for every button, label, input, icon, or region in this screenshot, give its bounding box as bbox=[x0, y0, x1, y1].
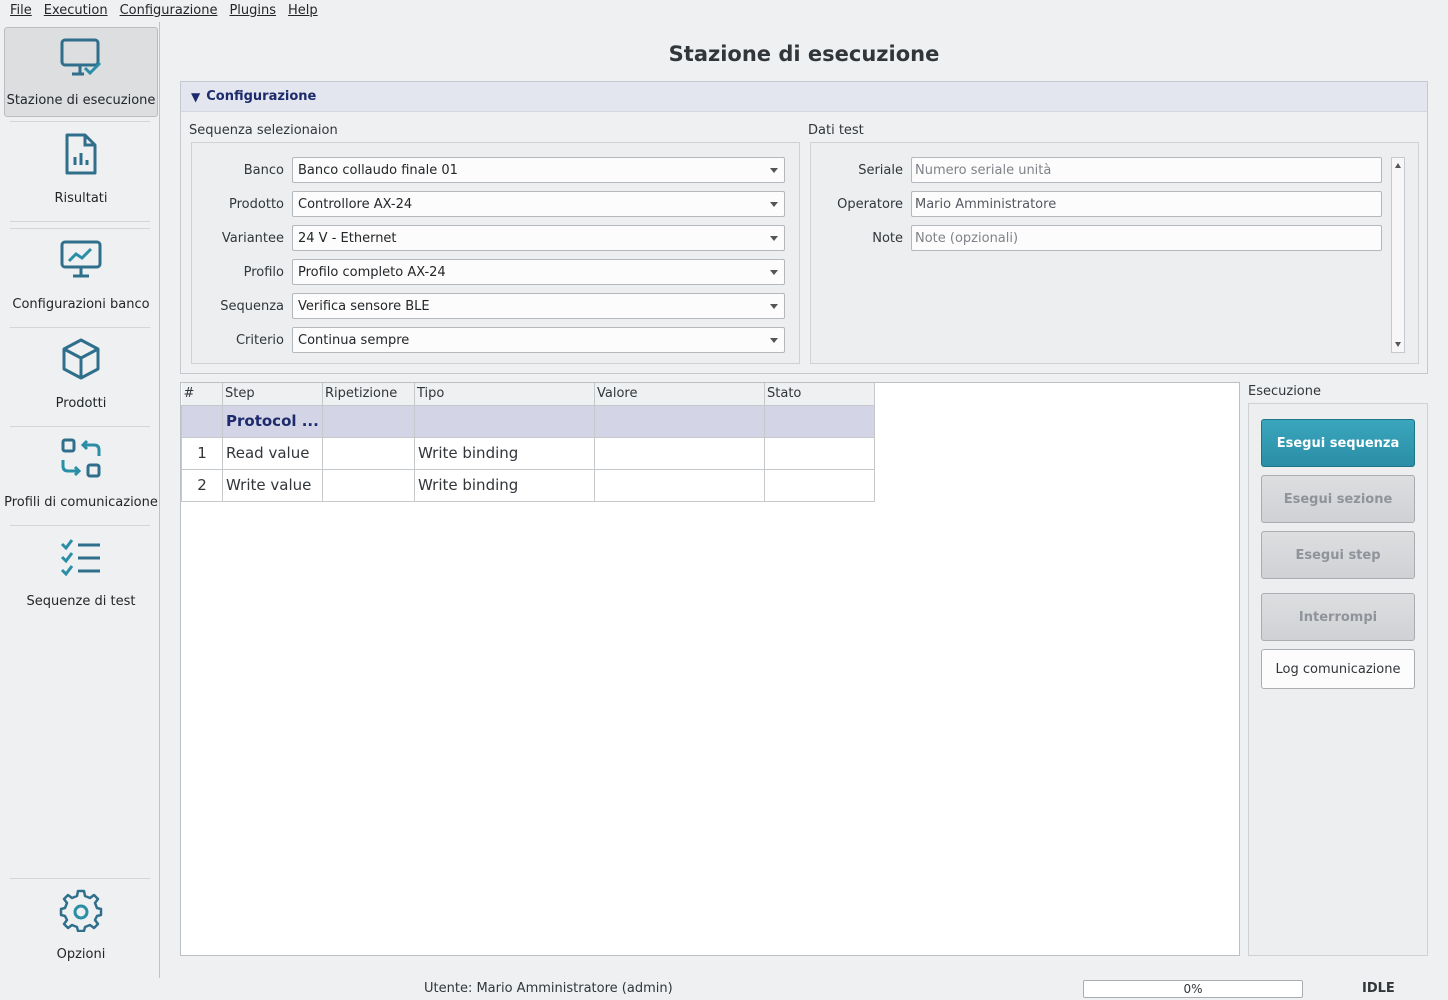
exchange-icon bbox=[57, 434, 105, 482]
note-input[interactable]: Note (opzionali) bbox=[911, 225, 1382, 251]
box-icon bbox=[57, 335, 105, 383]
progress-bar: 0% bbox=[1083, 980, 1303, 998]
column-header-step[interactable]: Step bbox=[222, 383, 323, 406]
testdata-group-title: Dati test bbox=[808, 123, 864, 138]
selection-group: Banco Banco collaudo finale 01 Prodotto … bbox=[191, 142, 800, 364]
sidebar-item-opzioni[interactable]: Opzioni bbox=[4, 886, 158, 966]
steps-table-panel: # Step Ripetizione Tipo Valore Stato Pro… bbox=[180, 382, 1240, 956]
field-sequenza: Sequenza Verifica sensore BLE bbox=[192, 293, 785, 319]
column-header-valore[interactable]: Valore bbox=[594, 383, 765, 406]
status-bar: Utente: Mario Amministratore (admin) 0% … bbox=[160, 978, 1448, 1000]
menu-plugins[interactable]: Plugins bbox=[223, 0, 282, 22]
communication-log-button[interactable]: Log comunicazione bbox=[1261, 649, 1415, 689]
field-operatore: Operatore Mario Amministratore bbox=[811, 191, 1382, 217]
testdata-scrollbar[interactable] bbox=[1391, 157, 1405, 353]
sidebar-item-configurazioni-banco[interactable]: Configurazioni banco bbox=[4, 236, 158, 316]
menu-bar: File Execution Configurazione Plugins He… bbox=[0, 0, 1448, 22]
scroll-down-icon[interactable] bbox=[1395, 342, 1401, 347]
menu-execution[interactable]: Execution bbox=[38, 0, 114, 22]
menu-file[interactable]: File bbox=[4, 0, 38, 22]
monitor-chart-icon bbox=[57, 236, 105, 284]
sidebar-item-risultati[interactable]: Risultati bbox=[4, 130, 158, 210]
field-criterio: Criterio Continua sempre bbox=[192, 327, 785, 353]
sidebar-item-prodotti[interactable]: Prodotti bbox=[4, 335, 158, 415]
gear-icon bbox=[57, 886, 105, 934]
variante-combo[interactable]: 24 V - Ethernet bbox=[292, 225, 785, 251]
stop-button[interactable]: Interrompi bbox=[1261, 593, 1415, 641]
table-row[interactable]: 1 Read value Write binding bbox=[181, 436, 875, 470]
chevron-down-icon bbox=[770, 304, 778, 309]
table-row[interactable]: 2 Write value Write binding bbox=[181, 468, 875, 502]
field-banco: Banco Banco collaudo finale 01 bbox=[192, 157, 785, 183]
selection-group-title: Sequenza selezionaion bbox=[189, 123, 338, 138]
sequenza-combo[interactable]: Verifica sensore BLE bbox=[292, 293, 785, 319]
menu-configurazione[interactable]: Configurazione bbox=[114, 0, 224, 22]
chevron-down-icon bbox=[770, 168, 778, 173]
menu-help[interactable]: Help bbox=[282, 0, 324, 22]
steps-table: # Step Ripetizione Tipo Valore Stato Pro… bbox=[181, 383, 875, 502]
run-section-button[interactable]: Esegui sezione bbox=[1261, 475, 1415, 523]
table-group-row[interactable]: Protocol ... bbox=[181, 404, 875, 438]
chevron-down-icon bbox=[770, 338, 778, 343]
chevron-down-icon bbox=[770, 236, 778, 241]
execution-title: Esecuzione bbox=[1248, 384, 1321, 399]
sidebar-item-stazione[interactable]: Stazione di esecuzione bbox=[4, 27, 158, 117]
status-user: Utente: Mario Amministratore (admin) bbox=[424, 981, 673, 996]
main-area: Stazione di esecuzione ▼ Configurazione … bbox=[160, 22, 1448, 978]
report-chart-icon bbox=[57, 130, 105, 178]
scroll-up-icon[interactable] bbox=[1395, 163, 1401, 168]
configuration-panel: ▼ Configurazione Sequenza selezionaion B… bbox=[180, 81, 1428, 374]
page-title: Stazione di esecuzione bbox=[668, 42, 940, 66]
banco-combo[interactable]: Banco collaudo finale 01 bbox=[292, 157, 785, 183]
field-note: Note Note (opzionali) bbox=[811, 225, 1382, 251]
checklist-icon bbox=[57, 533, 105, 581]
column-header-num[interactable]: # bbox=[181, 383, 223, 406]
configuration-header[interactable]: ▼ Configurazione bbox=[181, 82, 1427, 112]
run-step-button[interactable]: Esegui step bbox=[1261, 531, 1415, 579]
column-header-stato[interactable]: Stato bbox=[764, 383, 875, 406]
operatore-input[interactable]: Mario Amministratore bbox=[911, 191, 1382, 217]
sidebar-item-sequenze[interactable]: Sequenze di test bbox=[4, 533, 158, 613]
group-row-label: Protocol ... bbox=[222, 404, 323, 438]
chevron-down-icon bbox=[770, 270, 778, 275]
sidebar-item-profili[interactable]: Profili di comunicazione bbox=[4, 434, 158, 514]
prodotto-combo[interactable]: Controllore AX-24 bbox=[292, 191, 785, 217]
field-variante: Variantee 24 V - Ethernet bbox=[192, 225, 785, 251]
column-header-ripetizione[interactable]: Ripetizione bbox=[322, 383, 415, 406]
field-seriale: Seriale Numero seriale unità bbox=[811, 157, 1382, 183]
run-sequence-button[interactable]: Esegui sequenza bbox=[1261, 419, 1415, 467]
monitor-check-icon bbox=[57, 34, 105, 82]
criterio-combo[interactable]: Continua sempre bbox=[292, 327, 785, 353]
execution-panel: Esegui sequenza Esegui sezione Esegui st… bbox=[1248, 403, 1428, 956]
field-prodotto: Prodotto Controllore AX-24 bbox=[192, 191, 785, 217]
sidebar: Stazione di esecuzione Risultati Configu… bbox=[0, 22, 160, 978]
collapse-arrow-icon: ▼ bbox=[191, 89, 201, 104]
field-profilo: Profilo Profilo completo AX-24 bbox=[192, 259, 785, 285]
chevron-down-icon bbox=[770, 202, 778, 207]
seriale-input[interactable]: Numero seriale unità bbox=[911, 157, 1382, 183]
status-badge: IDLE bbox=[1362, 981, 1395, 996]
column-header-tipo[interactable]: Tipo bbox=[414, 383, 595, 406]
configuration-header-label: Configurazione bbox=[206, 89, 317, 104]
testdata-group: Seriale Numero seriale unità Operatore M… bbox=[810, 142, 1419, 364]
profilo-combo[interactable]: Profilo completo AX-24 bbox=[292, 259, 785, 285]
